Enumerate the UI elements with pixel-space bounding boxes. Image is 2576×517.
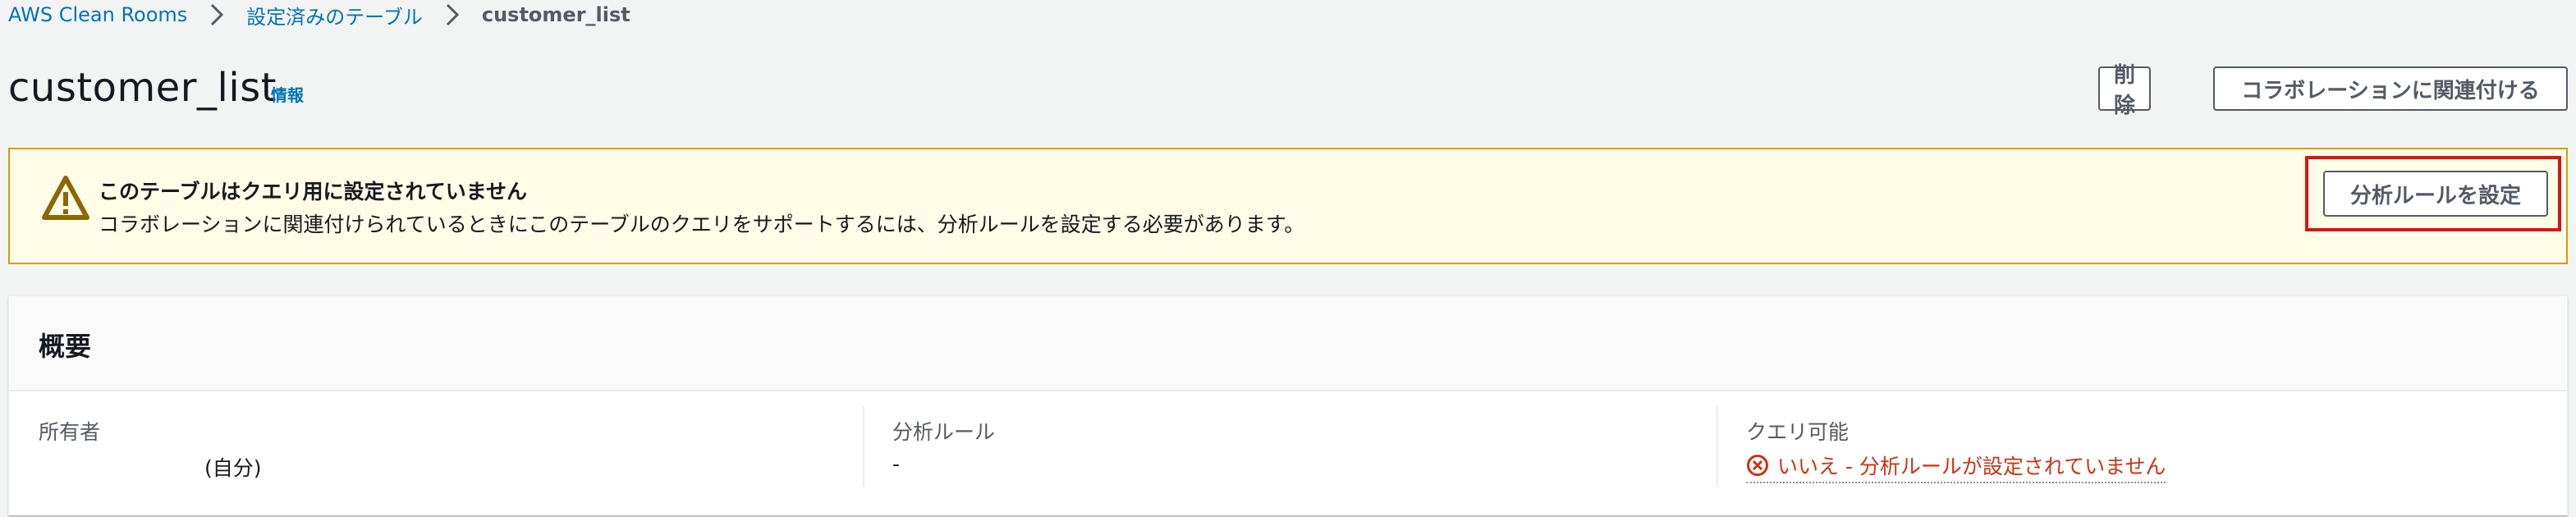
analysis-rule-label: 分析ルール (892, 420, 996, 444)
overview-title: 概要 (39, 331, 92, 362)
highlight-box: 分析ルールを設定 (2305, 156, 2561, 231)
analysis-rule-column: 分析ルール - (863, 391, 1717, 516)
info-link[interactable]: 情報 (271, 82, 304, 106)
warning-icon (42, 176, 89, 220)
owner-column: 所有者 (自分) (9, 391, 863, 516)
breadcrumb: AWS Clean Rooms 設定済みのテーブル customer_list (8, 0, 630, 30)
queryable-column: クエリ可能 いいえ - 分析ルールが設定されていません (1717, 391, 2569, 516)
queryable-status[interactable]: いいえ - 分析ルールが設定されていません (1746, 451, 2166, 483)
error-circle-icon (1747, 455, 1768, 476)
overview-header: 概要 (9, 296, 2567, 391)
queryable-label: クエリ可能 (1746, 420, 1849, 444)
chevron-right-icon (438, 0, 467, 30)
warning-alert: このテーブルはクエリ用に設定されていません コラボレーションに関連付けられている… (8, 148, 2568, 264)
breadcrumb-item-configured-tables[interactable]: 設定済みのテーブル (246, 1, 423, 30)
alert-message: コラボレーションに関連付けられているときにこのテーブルのクエリをサポートするには… (99, 213, 1305, 236)
owner-label: 所有者 (39, 420, 101, 444)
breadcrumb-item-clean-rooms[interactable]: AWS Clean Rooms (8, 3, 187, 26)
queryable-status-text: いいえ - 分析ルールが設定されていません (1777, 455, 2166, 478)
chevron-right-icon (202, 0, 231, 30)
configure-analysis-rule-button[interactable]: 分析ルールを設定 (2323, 171, 2548, 217)
breadcrumb-current: customer_list (481, 3, 630, 26)
alert-title: このテーブルはクエリ用に設定されていません (99, 180, 528, 204)
analysis-rule-value: - (892, 452, 901, 476)
associate-collaboration-button[interactable]: コラボレーションに関連付ける (2213, 66, 2568, 111)
delete-button[interactable]: 削除 (2098, 63, 2151, 118)
page-title: customer_list (8, 65, 277, 111)
owner-value: (自分) (204, 456, 262, 480)
overview-panel: 概要 所有者 (自分) 分析ルール - クエリ可能 いいえ - 分析ルールが設定… (8, 295, 2568, 515)
